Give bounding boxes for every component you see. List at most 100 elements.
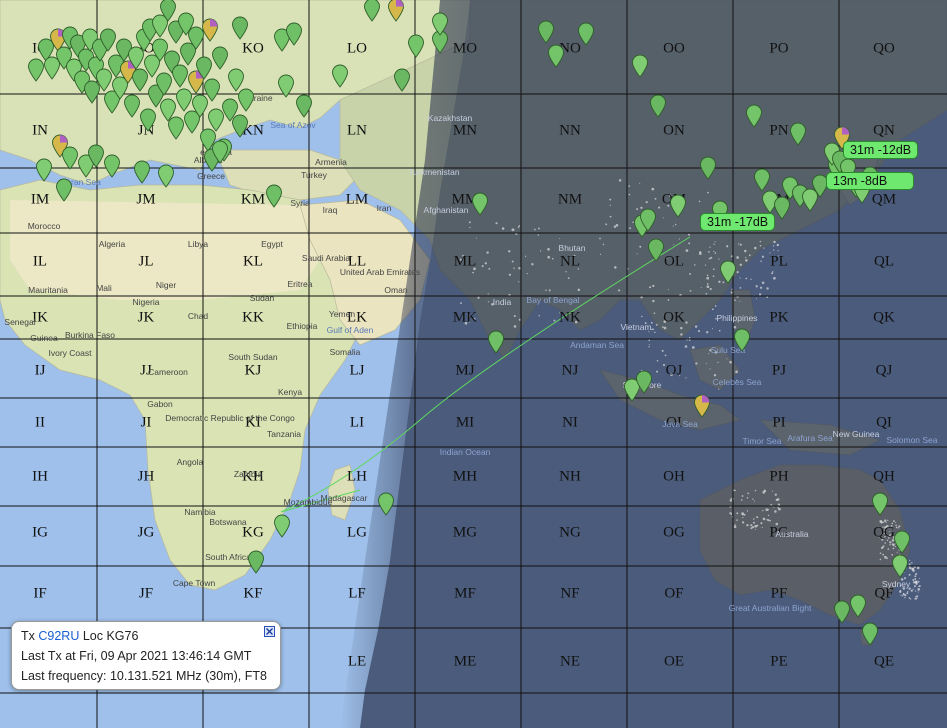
grid-label-mn: MN bbox=[452, 122, 478, 139]
map-pin-icon[interactable] bbox=[393, 68, 411, 92]
map-pin-icon[interactable] bbox=[331, 64, 349, 88]
map-pin-icon[interactable] bbox=[201, 18, 219, 42]
map-pin-icon[interactable] bbox=[377, 492, 395, 516]
map-pin-icon[interactable] bbox=[387, 0, 405, 22]
grid-label-of: OF bbox=[664, 585, 684, 602]
city-light bbox=[559, 238, 561, 240]
map-pin-icon[interactable] bbox=[157, 164, 175, 188]
place-egypt: Egypt bbox=[261, 239, 283, 249]
city-light bbox=[887, 519, 889, 521]
map-pin-icon[interactable] bbox=[363, 0, 381, 22]
map-pin-icon[interactable] bbox=[547, 44, 565, 68]
map-pin-icon[interactable] bbox=[203, 78, 221, 102]
city-light bbox=[547, 247, 550, 251]
map-pin-icon[interactable] bbox=[631, 54, 649, 78]
place-sudan: Sudan bbox=[249, 293, 275, 303]
map-pin-icon[interactable] bbox=[211, 140, 229, 164]
city-light bbox=[511, 228, 515, 232]
map-pin-icon[interactable] bbox=[577, 22, 595, 46]
map-pin-icon[interactable] bbox=[647, 238, 665, 262]
map-pin-icon[interactable] bbox=[285, 22, 303, 46]
map-pin-icon[interactable] bbox=[537, 20, 555, 44]
report-label-31m-17db[interactable]: 31m -17dB bbox=[700, 213, 776, 231]
city-light bbox=[879, 552, 882, 554]
map-pin-icon[interactable] bbox=[861, 622, 879, 646]
map-pin-icon[interactable] bbox=[231, 16, 249, 40]
place-yemen: Yemen bbox=[328, 309, 356, 319]
info-tx-line: Tx C92RU Loc KG76 bbox=[21, 629, 138, 643]
city-light bbox=[694, 264, 696, 266]
map-pin-icon[interactable] bbox=[891, 554, 909, 578]
map-pin-icon[interactable] bbox=[133, 160, 151, 184]
city-light bbox=[776, 243, 780, 247]
map-pin-icon[interactable] bbox=[639, 208, 657, 232]
city-light bbox=[778, 507, 781, 511]
report-label-31m-12db[interactable]: 31m -12dB bbox=[843, 141, 919, 159]
city-light bbox=[629, 227, 632, 230]
map-pin-icon[interactable] bbox=[871, 492, 889, 516]
grid-label-ko: KO bbox=[242, 40, 264, 57]
place-turkey: Turkey bbox=[301, 170, 327, 180]
map-pin-icon[interactable] bbox=[789, 122, 807, 146]
city-light bbox=[762, 517, 766, 521]
map-pin-icon[interactable] bbox=[231, 114, 249, 138]
report-label-13m-8db[interactable]: 13m -8dB bbox=[826, 172, 915, 190]
city-light bbox=[636, 208, 639, 211]
city-light bbox=[639, 245, 642, 248]
map-pin-icon[interactable] bbox=[431, 12, 449, 36]
city-light bbox=[741, 512, 744, 516]
map-pin-icon[interactable] bbox=[733, 328, 751, 352]
grid-label-jl: JL bbox=[138, 253, 154, 270]
city-light bbox=[750, 527, 753, 530]
map-pin-icon[interactable] bbox=[849, 594, 867, 618]
close-icon[interactable] bbox=[264, 626, 275, 637]
map-pin-icon[interactable] bbox=[265, 184, 283, 208]
city-light bbox=[908, 559, 911, 562]
place-sydney: Sydney bbox=[881, 579, 911, 589]
map-pin-icon[interactable] bbox=[635, 370, 653, 394]
map-pin-icon[interactable] bbox=[699, 156, 717, 180]
map-pin-icon[interactable] bbox=[487, 330, 505, 354]
map-pin-icon[interactable] bbox=[719, 260, 737, 284]
city-light bbox=[599, 253, 601, 255]
grid-label-ih: IH bbox=[32, 468, 48, 485]
grid-label-mh: MH bbox=[452, 468, 478, 485]
city-light bbox=[916, 566, 920, 570]
city-light bbox=[747, 492, 750, 495]
city-light bbox=[672, 225, 674, 227]
map-pin-icon[interactable] bbox=[745, 104, 763, 128]
map-pin-icon[interactable] bbox=[35, 158, 53, 182]
city-light bbox=[895, 521, 897, 524]
city-light bbox=[771, 272, 774, 275]
map-pin-icon[interactable] bbox=[159, 0, 177, 22]
map-pin-icon[interactable] bbox=[55, 178, 73, 202]
callsign-link[interactable]: C92RU bbox=[38, 629, 79, 643]
map-pin-icon[interactable] bbox=[273, 514, 291, 538]
map-pin-icon[interactable] bbox=[277, 74, 295, 98]
grid-label-lj: LJ bbox=[349, 362, 365, 379]
map-pin-icon[interactable] bbox=[211, 46, 229, 70]
map-pin-icon[interactable] bbox=[237, 88, 255, 112]
map-pin-icon[interactable] bbox=[893, 530, 911, 554]
map-pin-icon[interactable] bbox=[471, 192, 489, 216]
place-timor-sea: Timor Sea bbox=[742, 436, 782, 446]
city-light bbox=[900, 594, 902, 596]
city-light bbox=[730, 497, 733, 500]
map-pin-icon[interactable] bbox=[649, 94, 667, 118]
map-pin-icon[interactable] bbox=[669, 194, 687, 218]
map-pin-icon[interactable] bbox=[103, 154, 121, 178]
city-light bbox=[513, 325, 517, 328]
city-light bbox=[708, 352, 710, 355]
grid-label-pf: PF bbox=[770, 585, 788, 602]
map-pin-icon[interactable] bbox=[247, 550, 265, 574]
place-madagascar: Madagascar bbox=[320, 493, 368, 503]
city-light bbox=[739, 277, 741, 279]
place-cameroon: Cameroon bbox=[148, 367, 188, 377]
grid-label-ji: JI bbox=[140, 414, 152, 431]
map-pin-icon[interactable] bbox=[295, 94, 313, 118]
place-cape-town: Cape Town bbox=[172, 578, 216, 588]
map-pin-icon[interactable] bbox=[693, 394, 711, 418]
map-pin-icon[interactable] bbox=[407, 34, 425, 58]
map-pin-icon[interactable] bbox=[753, 168, 771, 192]
map-pin-icon[interactable] bbox=[139, 108, 157, 132]
